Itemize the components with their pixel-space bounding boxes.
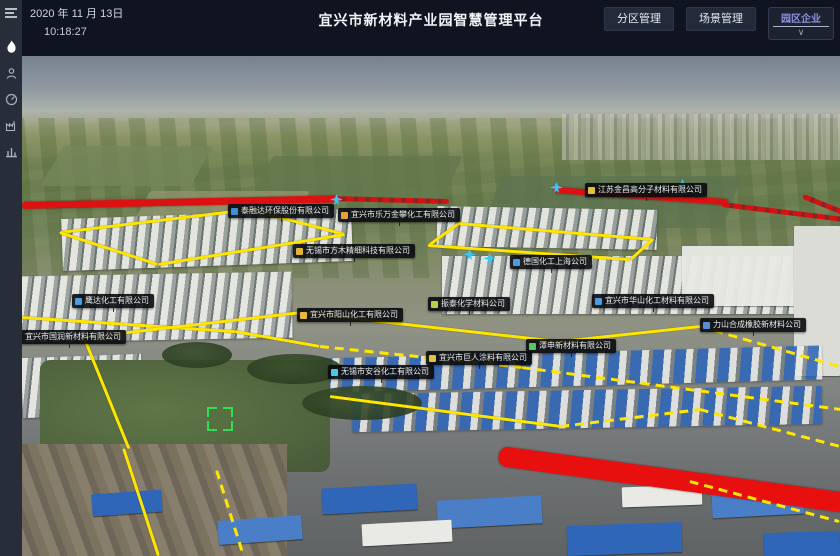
company-marker-icon (296, 248, 303, 255)
gauge-icon (5, 93, 18, 106)
sidebar-item-monitoring[interactable] (0, 86, 22, 112)
white-warehouse (361, 520, 452, 547)
field-patch (40, 146, 213, 186)
map-3d-view[interactable]: 泰融达环保股份有限公司 宜兴市乐万金攀化工有限公司 江苏金昌高分子材料有限公司 … (22, 56, 840, 556)
company-label[interactable]: 无锡市方木精细科技有限公司 (293, 244, 415, 258)
company-marker-icon (341, 212, 348, 219)
company-label-text: 无锡市安谷化工有限公司 (341, 367, 429, 377)
hamburger-menu-button[interactable] (0, 0, 22, 26)
company-marker-icon (703, 322, 710, 329)
company-label-text: 宜兴市国润新材料有限公司 (25, 332, 121, 342)
left-sidebar (0, 0, 22, 556)
company-label-text: 宜兴市乐万金攀化工有限公司 (351, 210, 455, 220)
company-marker-icon (431, 301, 438, 308)
company-label-text: 鹰达化工有限公司 (85, 296, 149, 306)
company-label[interactable]: 振泰化学材料公司 (428, 297, 510, 311)
company-label-text: 江苏金昌高分子材料有限公司 (598, 185, 702, 195)
company-marker-icon (231, 208, 238, 215)
company-label-text: 潭申新材料有限公司 (539, 341, 611, 351)
bracket-corner (223, 421, 233, 431)
company-label[interactable]: 德国化工上海公司 (510, 255, 592, 269)
company-label[interactable]: 宜兴市华山化工材料有限公司 (592, 294, 714, 308)
scene-manage-button[interactable]: 场景管理 (686, 7, 756, 31)
blue-roof-warehouse (321, 484, 417, 515)
company-marker-icon (75, 298, 82, 305)
distant-town-strip (562, 114, 840, 160)
company-label[interactable]: 宜兴市巨人涂料有限公司 (426, 351, 532, 365)
enterprise-dropdown[interactable]: 园区企业 ∨ (768, 7, 834, 40)
company-marker-icon (513, 259, 520, 266)
flame-icon (5, 40, 18, 54)
company-label[interactable]: 力山合成橡胶新材料公司 (700, 318, 806, 332)
sidebar-item-personnel[interactable] (0, 60, 22, 86)
company-marker-icon (429, 355, 436, 362)
app-window: 2020 年 11 月 13日 10:18:27 宜兴市新材料产业园智慧管理平台… (0, 0, 840, 556)
company-marker-icon (300, 312, 307, 319)
company-label[interactable]: 潭申新材料有限公司 (526, 339, 616, 353)
tree-cluster (162, 342, 232, 368)
bar-chart-icon (5, 145, 18, 158)
tree-cluster (302, 386, 422, 420)
company-label-text: 泰融达环保股份有限公司 (241, 206, 329, 216)
company-marker-icon (529, 343, 536, 350)
header-actions: 分区管理 场景管理 园区企业 ∨ (604, 7, 834, 40)
company-label-text: 宜兴市华山化工材料有限公司 (605, 296, 709, 306)
company-label[interactable]: 无锡市安谷化工有限公司 (328, 365, 434, 379)
company-label[interactable]: 宜兴市阳山化工有限公司 (297, 308, 403, 322)
sidebar-item-enterprises[interactable] (0, 112, 22, 138)
company-label[interactable]: 鹰达化工有限公司 (72, 294, 154, 308)
selection-bracket (207, 407, 233, 431)
company-label-text: 振泰化学材料公司 (441, 299, 505, 309)
company-marker-icon (588, 187, 595, 194)
company-label-text: 宜兴市阳山化工有限公司 (310, 310, 398, 320)
enterprise-dropdown-label: 园区企业 (781, 8, 821, 26)
factory-icon (5, 119, 18, 132)
company-label[interactable]: 江苏金昌高分子材料有限公司 (585, 183, 707, 197)
blue-roof-warehouse (436, 495, 542, 528)
company-marker-icon (331, 369, 338, 376)
factory-cluster (437, 206, 658, 250)
partition-manage-button[interactable]: 分区管理 (604, 7, 674, 31)
company-label-text: 力山合成橡胶新材料公司 (713, 320, 801, 330)
chevron-down-icon: ∨ (798, 27, 805, 39)
company-label[interactable]: 宜兴市国润新材料有限公司 (22, 330, 126, 344)
company-marker-icon (595, 298, 602, 305)
company-label[interactable]: 泰融达环保股份有限公司 (228, 204, 334, 218)
sidebar-item-statistics[interactable] (0, 138, 22, 164)
company-label-text: 宜兴市巨人涂料有限公司 (439, 353, 527, 363)
bracket-corner (207, 421, 217, 431)
top-header: 2020 年 11 月 13日 10:18:27 宜兴市新材料产业园智慧管理平台… (22, 0, 840, 56)
bracket-corner (223, 407, 233, 417)
sidebar-item-fire[interactable] (0, 34, 22, 60)
company-label-text: 德国化工上海公司 (523, 257, 587, 267)
company-label-text: 无锡市方木精细科技有限公司 (306, 246, 410, 256)
blue-roof-warehouse (764, 531, 840, 556)
blue-roof-warehouse (567, 522, 683, 556)
person-icon (5, 67, 18, 80)
company-label[interactable]: 宜兴市乐万金攀化工有限公司 (338, 208, 460, 222)
hamburger-icon (4, 7, 18, 19)
bracket-corner (207, 407, 217, 417)
